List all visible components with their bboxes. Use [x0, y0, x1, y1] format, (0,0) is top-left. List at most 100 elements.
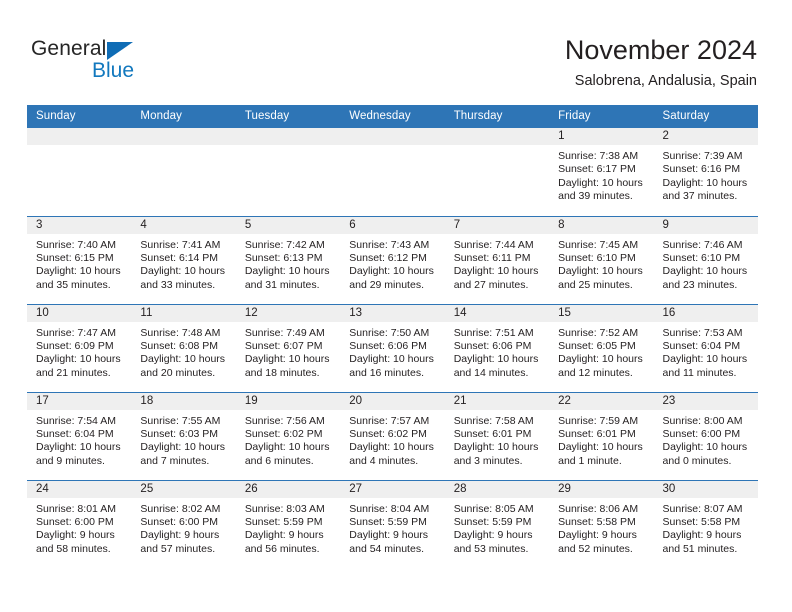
day-number: 2: [653, 128, 758, 145]
day-details: Sunrise: 8:06 AM Sunset: 5:58 PM Daylight:…: [549, 498, 653, 557]
calendar-day-cell[interactable]: 7 Sunrise: 7:44 AM Sunset: 6:11 PM Daylight…: [444, 215, 550, 304]
day-details: Sunrise: 7:59 AM Sunset: 6:01 PM Daylight:…: [549, 410, 653, 469]
general-blue-logo[interactable]: General Blue: [31, 37, 261, 83]
calendar-day-cell[interactable]: 28 Sunrise: 8:05 AM Sunset: 5:59 PM Dayligh…: [444, 479, 550, 568]
calendar-day-cell[interactable]: 14 Sunrise: 7:51 AM Sunset: 6:06 PM Dayligh…: [444, 303, 550, 392]
calendar-day-cell[interactable]: 24 Sunrise: 8:01 AM Sunset: 6:00 PM Dayligh…: [27, 479, 132, 568]
day-number: 26: [235, 480, 341, 498]
sunrise-text: Sunrise: 7:58 AM: [453, 414, 534, 427]
day-number: 10: [27, 304, 132, 322]
sunset-text: Sunset: 6:08 PM: [140, 339, 219, 352]
calendar-day-cell[interactable]: 8 Sunrise: 7:45 AM Sunset: 6:10 PM Daylight…: [549, 215, 654, 304]
sunrise-text: Sunrise: 8:05 AM: [453, 502, 534, 515]
daylight-text: Daylight: 10 hours and 35 minutes.: [36, 265, 121, 291]
calendar-day-cell[interactable]: 5 Sunrise: 7:42 AM Sunset: 6:13 PM Daylight…: [235, 215, 341, 304]
day-number: 7: [444, 216, 550, 234]
day-details: Sunrise: 7:39 AM Sunset: 6:16 PM Daylight:…: [654, 145, 758, 204]
day-details: Sunrise: 7:51 AM Sunset: 6:06 PM Daylight:…: [445, 322, 549, 381]
day-details: Sunrise: 8:03 AM Sunset: 5:59 PM Daylight:…: [236, 498, 340, 557]
day-number: 11: [131, 304, 236, 322]
daylight-text: Daylight: 10 hours and 25 minutes.: [558, 265, 643, 291]
sunset-text: Sunset: 6:00 PM: [36, 515, 114, 528]
daylight-text: Daylight: 9 hours and 52 minutes.: [558, 529, 637, 555]
sunrise-text: Sunrise: 7:56 AM: [244, 414, 325, 427]
calendar-day-cell[interactable]: 2 Sunrise: 7:39 AM Sunset: 6:16 PM Daylight…: [653, 128, 758, 216]
calendar-day-cell[interactable]: 21 Sunrise: 7:58 AM Sunset: 6:01 PM Dayligh…: [444, 391, 550, 480]
calendar-day-cell[interactable]: 16 Sunrise: 7:53 AM Sunset: 6:04 PM Dayligh…: [653, 303, 758, 392]
calendar-day-cell[interactable]: 3 Sunrise: 7:40 AM Sunset: 6:15 PM Daylight…: [27, 215, 132, 304]
sunrise-text: Sunrise: 8:00 AM: [662, 414, 743, 427]
calendar-day-cell[interactable]: 19 Sunrise: 7:56 AM Sunset: 6:02 PM Dayligh…: [235, 391, 341, 480]
calendar-day-cell[interactable]: 1 Sunrise: 7:38 AM Sunset: 6:17 PM Daylight…: [549, 128, 654, 216]
calendar-day-cell[interactable]: 12 Sunrise: 7:49 AM Sunset: 6:07 PM Dayligh…: [235, 303, 341, 392]
calendar-week-row: 24 Sunrise: 8:01 AM Sunset: 6:00 PM Dayligh…: [27, 479, 758, 568]
day-number: 24: [27, 480, 132, 498]
day-number: 15: [549, 304, 654, 322]
day-number: [235, 128, 341, 145]
day-details: Sunrise: 8:00 AM Sunset: 6:00 PM Daylight:…: [654, 410, 758, 469]
daylight-text: Daylight: 9 hours and 57 minutes.: [140, 529, 220, 555]
sunset-text: Sunset: 6:02 PM: [349, 427, 427, 440]
calendar-day-cell[interactable]: 13 Sunrise: 7:50 AM Sunset: 6:06 PM Dayligh…: [340, 303, 445, 392]
calendar-day-cell[interactable]: 25 Sunrise: 8:02 AM Sunset: 6:00 PM Dayligh…: [131, 479, 236, 568]
calendar-day-cell-empty: [27, 128, 132, 216]
calendar-day-cell[interactable]: 20 Sunrise: 7:57 AM Sunset: 6:02 PM Dayligh…: [340, 391, 445, 480]
sunrise-text: Sunrise: 7:48 AM: [140, 326, 221, 339]
daylight-text: Daylight: 10 hours and 39 minutes.: [558, 176, 643, 203]
day-number: 20: [340, 392, 445, 410]
calendar-week-row: 10 Sunrise: 7:47 AM Sunset: 6:09 PM Dayligh…: [27, 303, 758, 392]
daylight-text: Daylight: 10 hours and 4 minutes.: [349, 441, 434, 467]
calendar-day-cell[interactable]: 10 Sunrise: 7:47 AM Sunset: 6:09 PM Dayligh…: [27, 303, 132, 392]
day-details: Sunrise: 7:53 AM Sunset: 6:04 PM Daylight:…: [654, 322, 758, 381]
day-number: 25: [131, 480, 236, 498]
page-header: General Blue November 2024 Salobrena, An…: [0, 0, 792, 100]
calendar-day-cell[interactable]: 9 Sunrise: 7:46 AM Sunset: 6:10 PM Daylight…: [653, 215, 758, 304]
sunrise-text: Sunrise: 7:59 AM: [558, 414, 639, 427]
calendar-week-row: 1 Sunrise: 7:38 AM Sunset: 6:17 PM Daylight…: [27, 128, 758, 216]
calendar-day-cell[interactable]: 22 Sunrise: 7:59 AM Sunset: 6:01 PM Dayligh…: [549, 391, 654, 480]
sunrise-text: Sunrise: 7:46 AM: [662, 238, 743, 251]
calendar-day-cell-empty: [131, 128, 236, 216]
calendar-day-cell[interactable]: 29 Sunrise: 8:06 AM Sunset: 5:58 PM Dayligh…: [549, 479, 654, 568]
sunset-text: Sunset: 5:58 PM: [662, 515, 741, 528]
calendar-page: General Blue November 2024 Salobrena, An…: [0, 0, 792, 612]
title-block: November 2024 Salobrena, Andalusia, Spai…: [565, 34, 757, 90]
day-number: [27, 128, 132, 145]
calendar-day-cell[interactable]: 27 Sunrise: 8:04 AM Sunset: 5:59 PM Dayligh…: [340, 479, 445, 568]
day-number: 22: [549, 392, 654, 410]
calendar-day-cell[interactable]: 23 Sunrise: 8:00 AM Sunset: 6:00 PM Dayligh…: [653, 391, 758, 480]
calendar-day-cell[interactable]: 30 Sunrise: 8:07 AM Sunset: 5:58 PM Dayligh…: [653, 479, 758, 568]
calendar-day-cell[interactable]: 6 Sunrise: 7:43 AM Sunset: 6:12 PM Daylight…: [340, 215, 445, 304]
sunrise-text: Sunrise: 8:02 AM: [140, 502, 221, 515]
daylight-text: Daylight: 9 hours and 58 minutes.: [36, 529, 115, 555]
day-details: Sunrise: 7:46 AM Sunset: 6:10 PM Daylight:…: [654, 234, 758, 293]
sunrise-text: Sunrise: 7:44 AM: [453, 238, 534, 251]
day-details: Sunrise: 7:49 AM Sunset: 6:07 PM Daylight:…: [236, 322, 340, 381]
sunset-text: Sunset: 6:00 PM: [662, 427, 741, 440]
daylight-text: Daylight: 10 hours and 21 minutes.: [36, 353, 121, 379]
day-details: Sunrise: 8:01 AM Sunset: 6:00 PM Daylight:…: [27, 498, 131, 557]
daylight-text: Daylight: 10 hours and 12 minutes.: [558, 353, 643, 379]
calendar-day-cell[interactable]: 15 Sunrise: 7:52 AM Sunset: 6:05 PM Dayligh…: [549, 303, 654, 392]
daylight-text: Daylight: 10 hours and 14 minutes.: [453, 353, 539, 379]
daylight-text: Daylight: 10 hours and 0 minutes.: [662, 441, 748, 467]
sunrise-text: Sunrise: 8:06 AM: [558, 502, 639, 515]
calendar-header-row: Sunday Monday Tuesday Wednesday Thursday…: [27, 105, 758, 128]
calendar-day-cell[interactable]: 26 Sunrise: 8:03 AM Sunset: 5:59 PM Dayligh…: [235, 479, 341, 568]
day-details: Sunrise: 7:47 AM Sunset: 6:09 PM Daylight:…: [27, 322, 131, 381]
sunrise-text: Sunrise: 7:57 AM: [349, 414, 430, 427]
calendar-day-cell[interactable]: 18 Sunrise: 7:55 AM Sunset: 6:03 PM Dayligh…: [131, 391, 236, 480]
sunrise-text: Sunrise: 7:40 AM: [36, 238, 116, 251]
calendar-day-cell[interactable]: 4 Sunrise: 7:41 AM Sunset: 6:14 PM Daylight…: [131, 215, 236, 304]
day-details: Sunrise: 7:45 AM Sunset: 6:10 PM Daylight:…: [549, 234, 653, 293]
daylight-text: Daylight: 10 hours and 20 minutes.: [140, 353, 226, 379]
day-details: Sunrise: 7:56 AM Sunset: 6:02 PM Daylight:…: [236, 410, 340, 469]
daylight-text: Daylight: 10 hours and 18 minutes.: [244, 353, 330, 379]
day-details: Sunrise: 7:55 AM Sunset: 6:03 PM Daylight:…: [131, 410, 235, 469]
day-number: 17: [27, 392, 132, 410]
calendar-day-cell[interactable]: 17 Sunrise: 7:54 AM Sunset: 6:04 PM Dayligh…: [27, 391, 132, 480]
sunrise-text: Sunrise: 7:43 AM: [349, 238, 430, 251]
calendar-day-cell-empty: [340, 128, 445, 216]
sunrise-text: Sunrise: 8:07 AM: [662, 502, 743, 515]
calendar-day-cell[interactable]: 11 Sunrise: 7:48 AM Sunset: 6:08 PM Dayligh…: [131, 303, 236, 392]
